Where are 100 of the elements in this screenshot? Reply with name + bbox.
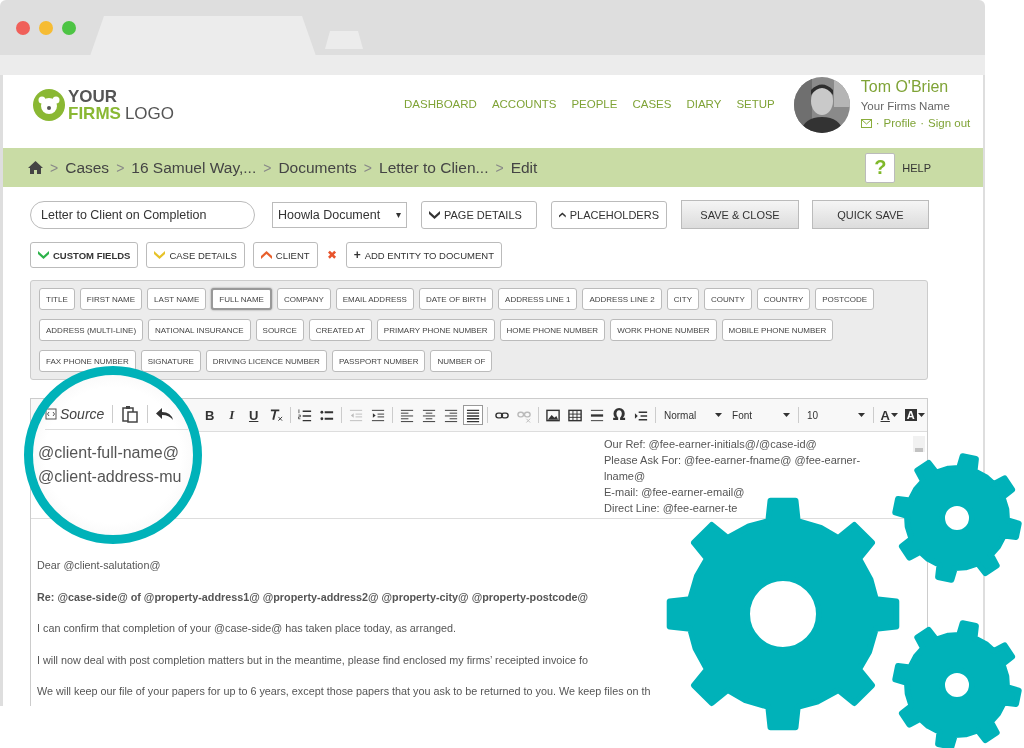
placeholder-chip[interactable]: DATE OF BIRTH — [418, 288, 494, 310]
title-field[interactable]: Letter to Client on Completion — [30, 200, 255, 229]
undo-button[interactable] — [156, 407, 175, 421]
quick-save-button[interactable]: QUICK SAVE — [812, 200, 929, 229]
clipboard-icon — [121, 405, 140, 423]
placeholder-chip[interactable]: PRIMARY PHONE NUMBER — [376, 319, 495, 341]
placeholder-chip[interactable]: ADDRESS (MULTI-LINE) — [39, 319, 144, 341]
format-dropdown[interactable]: Font — [728, 405, 795, 425]
section-toggle-button[interactable]: PLACEHOLDERS — [551, 200, 667, 229]
align-center-icon — [421, 407, 436, 423]
document-type-select[interactable]: Hoowla Document ▾ — [272, 201, 407, 228]
magnified-text: @client-full-name@ — [38, 444, 179, 462]
placeholder-chip[interactable]: SIGNATURE — [140, 350, 201, 372]
background-color-button[interactable]: A — [902, 405, 928, 425]
breadcrumb-link[interactable]: 16 Samuel Way,... — [131, 158, 257, 177]
image-icon — [545, 407, 560, 423]
placeholder-chip[interactable]: CITY — [666, 288, 700, 310]
mail-icon — [860, 118, 872, 128]
breadcrumb-link[interactable]: Documents — [278, 158, 357, 177]
logo-text: FIRMS — [68, 105, 121, 122]
reference-line: Our Ref: @fee-earner-initials@/@case-id@ — [604, 437, 818, 452]
letter-paragraph: I will now deal with post completion matters but in the meantime, please find enclosed my firms’ receipted invoice fo — [37, 652, 590, 668]
placeholder-chip[interactable]: FULL NAME — [211, 288, 272, 310]
placeholder-chip[interactable]: TITLE — [39, 288, 75, 310]
breadcrumb-separator: > — [116, 159, 125, 176]
logo-text: LOGO — [124, 105, 174, 122]
add-entity-button[interactable]: + ADD ENTITY TO DOCUMENT — [345, 242, 502, 268]
caret-icon — [890, 413, 898, 417]
letter-heading: Re: @case-side@ of @property-address1@ @property-address2@ @property-city@ @property-postcode@ — [37, 589, 590, 605]
numbered-list-icon — [297, 407, 312, 423]
placeholder-chip[interactable]: ADDRESS LINE 2 — [582, 288, 662, 310]
justify-icon — [465, 407, 480, 423]
separator-dot: · — [875, 116, 880, 131]
symbol-button[interactable]: Ω — [609, 405, 629, 425]
home-icon — [28, 161, 43, 174]
indent-icon — [370, 407, 385, 423]
scrollbar-thumb[interactable] — [915, 448, 923, 452]
table-icon — [567, 407, 582, 423]
placeholder-chip[interactable]: COUNTY — [704, 288, 752, 310]
placeholder-chip[interactable]: EMAIL ADDRESS — [335, 288, 414, 310]
user-name: Tom O'Brien — [860, 78, 950, 96]
breadcrumb-separator: > — [50, 159, 59, 176]
breadcrumb-separator: > — [363, 159, 372, 176]
format-dropdown[interactable]: Normal — [660, 405, 727, 425]
remove-button[interactable]: ✖ — [326, 248, 337, 262]
dog-logo-icon — [33, 89, 65, 121]
placeholder-chip[interactable]: POSTCODE — [815, 288, 875, 310]
reference-line: Direct Line: @fee-earner-te — [604, 501, 739, 516]
caret-icon — [917, 413, 925, 417]
placeholder-chip[interactable]: SOURCE — [255, 319, 304, 341]
italic-button[interactable]: I — [221, 405, 242, 425]
placeholder-chip[interactable]: ADDRESS LINE 1 — [498, 288, 578, 310]
save-and-close-button[interactable]: SAVE & CLOSE — [681, 200, 799, 229]
letter-paragraph: Dear @client-salutation@ — [37, 558, 162, 573]
breadcrumb-separator: > — [495, 159, 504, 176]
placeholder-chip[interactable]: FAX PHONE NUMBER — [39, 350, 136, 372]
placeholder-chip[interactable]: CREATED AT — [308, 319, 372, 341]
placeholder-chip[interactable]: COUNTRY — [756, 288, 811, 310]
placeholder-chip[interactable]: PASSPORT NUMBER — [331, 350, 426, 372]
justify-button[interactable] — [462, 405, 483, 425]
breadcrumb-link[interactable]: Letter to Clien... — [379, 158, 489, 177]
caret-icon — [858, 413, 866, 417]
entity-button[interactable]: CUSTOM FIELDS — [30, 242, 139, 268]
text-color-button[interactable]: A — [878, 405, 901, 425]
section-toggle-button[interactable]: PAGE DETAILS — [421, 200, 537, 229]
placeholder-chip[interactable]: WORK PHONE NUMBER — [610, 319, 717, 341]
undo-icon — [156, 407, 175, 421]
bold-button[interactable]: B — [199, 405, 220, 425]
entity-button[interactable]: CLIENT — [252, 242, 318, 268]
logo-text: YOUR — [68, 88, 119, 105]
align-right-icon — [443, 407, 458, 423]
align-left-icon — [399, 407, 414, 423]
magnified-text: @client-address-mu — [38, 468, 182, 486]
placeholder-chip[interactable]: NATIONAL INSURANCE — [148, 319, 251, 341]
placeholder-chip[interactable]: NUMBER OF — [430, 350, 493, 372]
firm-name: Your Firms Name — [860, 99, 951, 114]
outdent-icon — [348, 407, 363, 423]
clear-format-icon — [268, 407, 283, 423]
breadcrumb-separator: > — [263, 159, 272, 176]
placeholder-chip[interactable]: MOBILE PHONE NUMBER — [721, 319, 834, 341]
placeholder-chip[interactable]: DRIVING LICENCE NUMBER — [205, 350, 327, 372]
scrollbar[interactable] — [913, 436, 925, 452]
breadcrumb-link[interactable]: Cases — [65, 158, 110, 177]
letter-paragraph: We will keep our file of your papers for up to 6 years, except those papers that you ask to be returned to you. We keep files on th — [37, 684, 652, 699]
breadcrumb-current: Edit — [510, 158, 538, 177]
format-dropdown[interactable]: 10 — [803, 405, 870, 425]
separator-dot: · — [920, 116, 925, 131]
placeholder-chip[interactable]: FIRST NAME — [79, 288, 143, 310]
reference-line: E-mail: @fee-earner-email@ — [604, 485, 746, 500]
placeholder-chip[interactable]: LAST NAME — [147, 288, 207, 310]
placeholder-chip[interactable]: COMPANY — [276, 288, 331, 310]
caret-icon — [715, 413, 723, 417]
reference-line: Please Ask For: @fee-earner-fname@ @fee-earner-lname@ — [604, 453, 862, 484]
source-button[interactable]: Source — [45, 406, 105, 422]
caret-icon — [783, 413, 791, 417]
entity-button[interactable]: CASE DETAILS — [146, 242, 245, 268]
paste-button[interactable] — [121, 405, 140, 423]
underline-button[interactable]: U — [243, 405, 264, 425]
help-label: HELP — [902, 161, 931, 174]
placeholder-chip[interactable]: HOME PHONE NUMBER — [499, 319, 606, 341]
